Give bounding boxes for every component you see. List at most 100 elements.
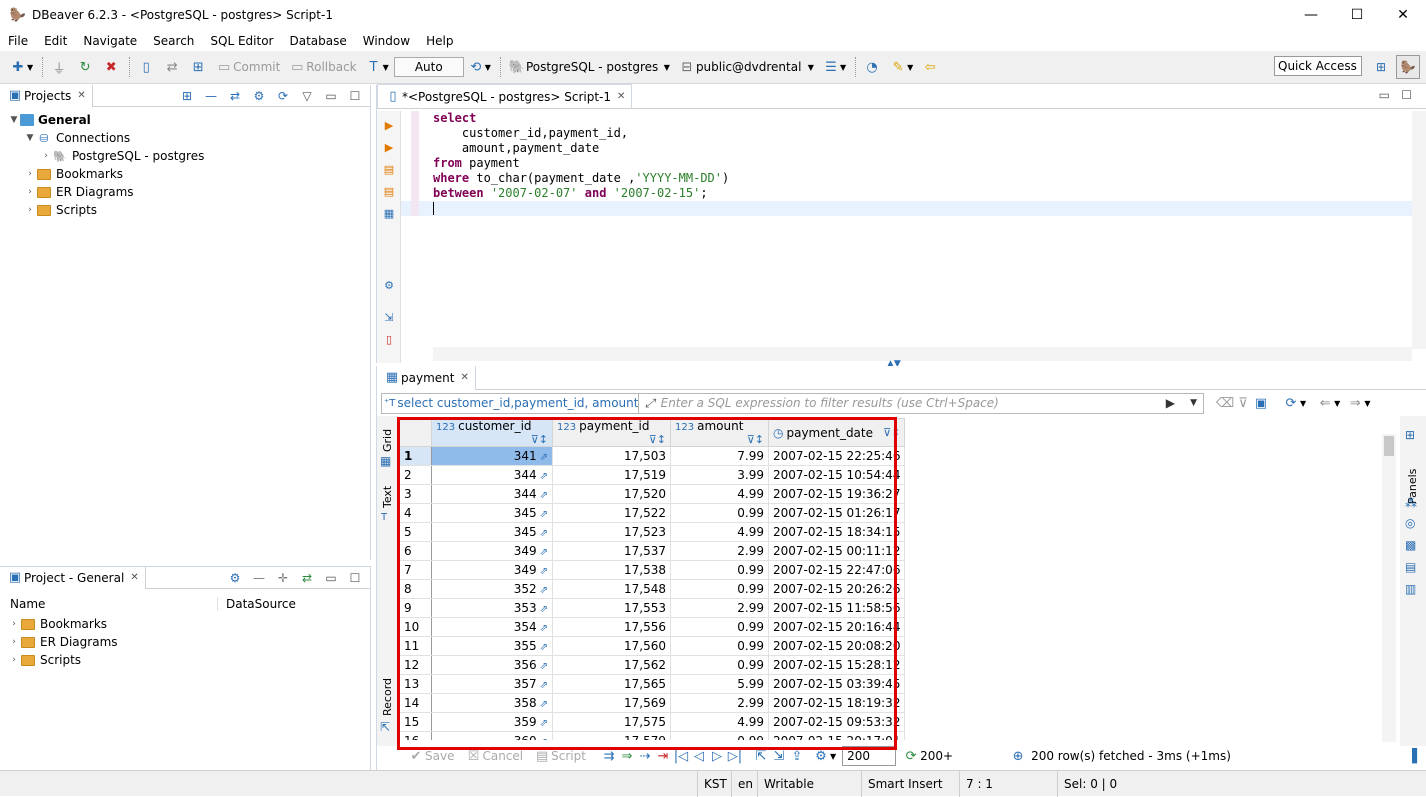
value-panel-icon[interactable]: ⁂ — [1405, 496, 1417, 510]
previous-page-icon[interactable]: ◁ — [690, 747, 708, 765]
cell-amount[interactable]: 5.99 — [670, 674, 769, 694]
table-row[interactable]: 8 352 ⇗ 17,548 0.99 2007-02-15 20:26:26 — [399, 579, 906, 599]
cell-payment-date[interactable]: 2007-02-15 22:47:06 — [767, 560, 906, 580]
aggregate-icon[interactable]: ◎ — [1405, 516, 1415, 530]
cell-amount[interactable]: 0.99 — [670, 655, 769, 675]
apply-filter-icon[interactable]: ▶ — [1166, 396, 1175, 410]
tab-text[interactable]: Text — [381, 486, 394, 508]
filter-sort-icon[interactable]: ⊽↕ — [531, 433, 548, 446]
tree-item-postgres-connection[interactable]: › 🐘 PostgreSQL - postgres — [0, 147, 370, 165]
grid-vertical-scrollbar[interactable] — [1382, 434, 1396, 742]
cell-customer-id[interactable]: 360⇗ — [431, 731, 553, 740]
cell-payment-id[interactable]: 17,575 — [552, 712, 671, 732]
text-icon[interactable]: T — [381, 512, 387, 523]
editor-horizontal-scrollbar[interactable] — [433, 347, 1412, 361]
chevron-right-icon[interactable]: › — [24, 205, 36, 215]
cell-payment-date[interactable]: 2007-02-15 20:08:20 — [767, 636, 906, 656]
menu-edit[interactable]: Edit — [36, 34, 75, 48]
cell-customer-id[interactable]: 353 ⇗ — [431, 598, 553, 618]
cell-customer-id[interactable]: 345 ⇗ — [431, 522, 553, 542]
history-button[interactable]: ⟲ ▼ — [464, 55, 494, 79]
minimize-view-icon[interactable]: ▭ — [1379, 88, 1390, 102]
active-schema-selector[interactable]: ⊟ public@dvdrental ▼ — [675, 55, 817, 79]
import-data-icon[interactable]: ⇲ — [770, 747, 788, 765]
close-icon[interactable]: ✕ — [617, 91, 625, 102]
cell-payment-id[interactable]: 17,556 — [552, 617, 671, 637]
foreign-key-link-icon[interactable]: ⇗ — [540, 452, 548, 463]
chevron-right-icon[interactable]: › — [8, 637, 20, 647]
cell-payment-id[interactable]: 17,579 — [552, 731, 671, 740]
cell-payment-date[interactable]: 2007-02-15 22:25:46 — [767, 446, 906, 466]
row-number[interactable]: 12 — [399, 655, 432, 675]
cell-customer-id[interactable]: 354 ⇗ — [431, 617, 553, 637]
save-button[interactable]: Save — [425, 749, 454, 763]
tab-payment[interactable]: ▦ payment ✕ — [377, 365, 476, 390]
refresh-icon[interactable]: ⟳ — [274, 87, 292, 105]
chevron-right-icon[interactable]: › — [8, 655, 20, 665]
maximize-view-icon[interactable]: ☐ — [1401, 88, 1412, 102]
cell-payment-date[interactable]: 2007-02-15 20:16:44 — [767, 617, 906, 637]
load-script-icon[interactable]: ▯ — [381, 331, 397, 347]
table-row[interactable]: 9 353 ⇗ 17,553 2.99 2007-02-15 11:58:56 — [399, 598, 906, 618]
back-icon[interactable]: ⇐ — [1316, 394, 1334, 412]
execute-script-new-tab-icon[interactable]: ▤ — [381, 183, 397, 199]
foreign-key-link-icon[interactable]: ⇗ — [540, 642, 548, 653]
references-icon[interactable]: ▥ — [1405, 582, 1416, 596]
foreign-key-link-icon[interactable]: ⇗ — [540, 604, 548, 615]
chevron-right-icon[interactable]: › — [24, 169, 36, 179]
row-number[interactable]: 2 — [399, 465, 432, 485]
cell-customer-id[interactable]: 352 ⇗ — [431, 579, 553, 599]
quick-access-field[interactable]: Quick Access — [1274, 56, 1362, 76]
cell-amount[interactable]: 0.99 — [670, 636, 769, 656]
cell-amount[interactable]: 4.99 — [670, 522, 769, 542]
cell-payment-date[interactable]: 2007-02-15 15:28:12 — [767, 655, 906, 675]
menu-help[interactable]: Help — [418, 34, 461, 48]
edit-cell-icon[interactable]: ⇉ — [600, 747, 618, 765]
cell-customer-id[interactable]: 357 ⇗ — [431, 674, 553, 694]
tree-item-connections[interactable]: ▼ ⛁ Connections — [0, 129, 370, 147]
cell-amount[interactable]: 2.99 — [670, 693, 769, 713]
foreign-key-link-icon[interactable]: ⇗ — [540, 528, 548, 539]
collapse-all-icon[interactable]: — — [250, 569, 268, 587]
table-row[interactable]: 1 341 ⇗ 17,503 7.99 2007-02-15 22:25:46 — [399, 446, 906, 466]
cell-payment-id[interactable]: 17,562 — [552, 655, 671, 675]
execute-script-icon[interactable]: ▤ — [381, 161, 397, 177]
table-row[interactable]: 16360⇗17,5790.992007-02-15 20:17:01 — [399, 731, 906, 740]
row-number[interactable]: 15 — [399, 712, 432, 732]
metadata-icon[interactable]: ▤ — [1405, 560, 1416, 574]
cell-payment-date[interactable]: 2007-02-15 09:53:32 — [767, 712, 906, 732]
chevron-right-icon[interactable]: › — [24, 187, 36, 197]
tab-script-1[interactable]: ▯ *<PostgreSQL - postgres> Script-1 ✕ — [377, 84, 633, 108]
row-number[interactable]: 16 — [399, 731, 432, 740]
foreign-key-link-icon[interactable]: ⇗ — [540, 718, 548, 729]
new-connection-button[interactable]: ✚ ▼ — [6, 55, 36, 79]
cell-payment-id[interactable]: 17,553 — [552, 598, 671, 618]
column-header-amount[interactable]: 123 amount ⊽↕ — [670, 418, 769, 447]
save-filter-icon[interactable]: ▣ — [1252, 394, 1270, 412]
foreign-key-link-icon[interactable]: ⇗ — [540, 661, 548, 672]
table-row[interactable]: 2 344 ⇗ 17,519 3.99 2007-02-15 10:54:44 — [399, 465, 906, 485]
back-edit-button[interactable]: ⇦ — [918, 55, 942, 79]
first-page-icon[interactable]: |◁ — [672, 747, 690, 765]
foreign-key-link-icon[interactable]: ⇗ — [540, 623, 548, 634]
export-data-icon[interactable]: ⇱ — [752, 747, 770, 765]
next-page-icon[interactable]: ▷ — [708, 747, 726, 765]
execute-statement-icon[interactable]: ▶ — [381, 117, 397, 133]
row-number[interactable]: 4 — [399, 503, 432, 523]
menu-search[interactable]: Search — [145, 34, 202, 48]
cell-payment-date[interactable]: 2007-02-15 03:39:45 — [767, 674, 906, 694]
new-script-button[interactable]: ⊞ — [186, 55, 210, 79]
filter-sort-icon[interactable]: ⊽↕ — [747, 433, 764, 446]
foreign-key-link-icon[interactable]: ⇗ — [540, 585, 548, 596]
cell-amount[interactable]: 7.99 — [670, 446, 769, 466]
tree-item-scripts[interactable]: › Scripts — [0, 201, 370, 219]
cell-payment-date[interactable]: 2007-02-15 20:26:26 — [767, 579, 906, 599]
tree-item-general[interactable]: ▼ General — [0, 111, 370, 129]
list-item[interactable]: › Bookmarks — [0, 615, 370, 633]
close-icon[interactable]: ✕ — [130, 572, 138, 583]
cell-customer-id[interactable]: 344 ⇗ — [431, 484, 553, 504]
cell-payment-id[interactable]: 17,537 — [552, 541, 671, 561]
minimize-button[interactable]: — — [1288, 0, 1334, 30]
refresh-icon[interactable]: ⟳ — [1282, 394, 1300, 412]
panel-toggle-icon[interactable]: ▐ — [1403, 747, 1421, 765]
